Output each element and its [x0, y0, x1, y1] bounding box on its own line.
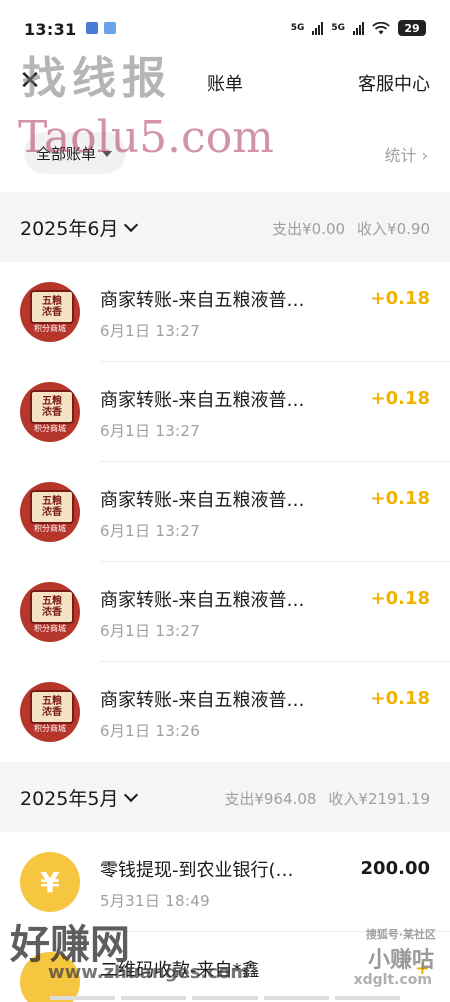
status-bar: 13:31 5G 5G 29 [0, 0, 450, 58]
merchant-logo-sub: 积分商城 [34, 424, 66, 433]
transaction-row[interactable]: 五粮 浓香 积分商城 商家转账-来自五粮液普… 6月1日 13:27 +0.18 [0, 262, 450, 362]
transaction-title: 商家转账-来自五粮液普… [100, 690, 305, 711]
nav-bar: ✕ 账单 客服中心 [0, 58, 450, 106]
month-header: 2025年6月 支出¥0.00 收入¥0.90 [0, 192, 450, 262]
merchant-logo-text: 五粮 浓香 [30, 290, 74, 324]
merchant-avatar: 五粮 浓香 积分商城 [20, 682, 80, 742]
month-header: 2025年5月 支出¥964.08 收入¥2191.19 [0, 762, 450, 832]
signal-icon [312, 21, 324, 35]
merchant-avatar: 五粮 浓香 积分商城 [20, 382, 80, 442]
transaction-amount: +0.18 [370, 488, 431, 509]
chevron-down-icon [124, 787, 139, 802]
bottom-indicator [0, 996, 450, 1000]
chevron-right-icon: › [421, 146, 428, 165]
system-icons: 5G 5G 29 [291, 20, 426, 36]
signal-5g-label: 5G [331, 23, 345, 33]
merchant-avatar: 五粮 浓香 积分商城 [20, 582, 80, 642]
month-income: 收入¥0.90 [357, 220, 430, 238]
wifi-icon [372, 21, 390, 34]
month-selector[interactable]: 2025年6月 [20, 214, 139, 241]
caret-down-icon [102, 151, 113, 157]
transaction-row[interactable]: 二维码收款-来自*鑫 + [0, 932, 450, 1002]
bill-filter-dropdown[interactable]: 全部账单 [24, 132, 127, 174]
month-income: 收入¥2191.19 [328, 790, 430, 808]
transaction-title: 商家转账-来自五粮液普… [100, 590, 305, 611]
merchant-logo-text: 五粮 浓香 [30, 590, 74, 624]
transaction-amount: +0.18 [370, 688, 431, 709]
chevron-down-icon [124, 217, 139, 232]
merchant-logo-sub: 积分商城 [34, 724, 66, 733]
merchant-logo-sub: 积分商城 [34, 324, 66, 333]
coin-icon: ¥ [20, 852, 80, 912]
transaction-amount: +0.18 [370, 588, 431, 609]
transaction-row[interactable]: 五粮 浓香 积分商城 商家转账-来自五粮液普… 6月1日 13:27 +0.18 [0, 562, 450, 662]
transaction-title: 商家转账-来自五粮液普… [100, 290, 305, 311]
month-label: 2025年5月 [20, 788, 119, 810]
month-summary: 支出¥964.08 收入¥2191.19 [224, 788, 430, 809]
merchant-logo-text: 五粮 浓香 [30, 690, 74, 724]
merchant-avatar: 五粮 浓香 积分商城 [20, 482, 80, 542]
filter-bar: 全部账单 统计 › [0, 106, 450, 192]
statistics-label: 统计 [384, 146, 417, 165]
transaction-time: 6月1日 13:27 [100, 522, 201, 540]
merchant-logo-text: 五粮 浓香 [30, 490, 74, 524]
transaction-time: 6月1日 13:27 [100, 422, 201, 440]
transaction-title: 商家转账-来自五粮液普… [100, 390, 305, 411]
transaction-amount: 200.00 [360, 858, 430, 879]
bill-filter-label: 全部账单 [36, 144, 97, 163]
transaction-time: 6月1日 13:27 [100, 322, 201, 340]
month-expense: 支出¥0.00 [272, 220, 346, 238]
merchant-logo-text: 五粮 浓香 [30, 390, 74, 424]
transaction-title: 零钱提现-到农业银行(… [100, 860, 294, 881]
signal-5g-label: 5G [290, 23, 305, 33]
transaction-amount: +0.18 [370, 288, 431, 309]
coin-icon [20, 952, 80, 1002]
transaction-amount: + [414, 958, 430, 979]
transaction-row[interactable]: 五粮 浓香 积分商城 商家转账-来自五粮液普… 6月1日 13:27 +0.18 [0, 462, 450, 562]
app-notification-icon [86, 22, 98, 34]
statistics-link[interactable]: 统计 › [384, 142, 428, 166]
app-notification-icon [104, 22, 116, 34]
month-summary: 支出¥0.00 收入¥0.90 [272, 218, 430, 239]
transaction-row[interactable]: ¥ 零钱提现-到农业银行(… 5月31日 18:49 200.00 [0, 832, 450, 932]
transaction-time: 6月1日 13:26 [100, 722, 201, 740]
transaction-time: 5月31日 18:49 [100, 892, 210, 910]
signal-icon [353, 21, 364, 35]
transaction-row[interactable]: 五粮 浓香 积分商城 商家转账-来自五粮液普… 6月1日 13:27 +0.18 [0, 362, 450, 462]
transaction-title: 商家转账-来自五粮液普… [100, 490, 305, 511]
battery-icon: 29 [398, 20, 426, 36]
notification-icons [86, 22, 116, 34]
status-time: 13:31 [24, 20, 77, 39]
transaction-row[interactable]: 五粮 浓香 积分商城 商家转账-来自五粮液普… 6月1日 13:26 +0.18 [0, 662, 450, 762]
transaction-time: 6月1日 13:27 [100, 622, 201, 640]
month-label: 2025年6月 [20, 218, 119, 240]
merchant-avatar: 五粮 浓香 积分商城 [20, 282, 80, 342]
month-selector[interactable]: 2025年5月 [20, 784, 139, 811]
month-expense: 支出¥964.08 [224, 790, 317, 808]
merchant-logo-sub: 积分商城 [34, 624, 66, 633]
transaction-title: 二维码收款-来自*鑫 [100, 960, 260, 981]
transaction-amount: +0.18 [370, 388, 431, 409]
merchant-logo-sub: 积分商城 [34, 524, 66, 533]
customer-service-link[interactable]: 客服中心 [358, 70, 430, 96]
